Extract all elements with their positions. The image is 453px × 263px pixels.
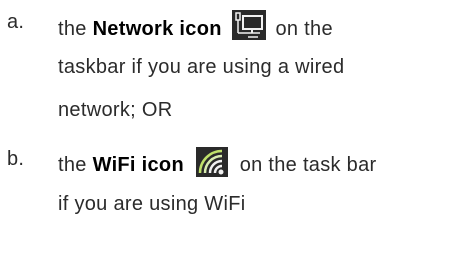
text: the xyxy=(58,18,87,40)
text: taskbar if you are using a wired xyxy=(58,56,345,78)
text: if you are using WiFi xyxy=(58,193,246,215)
instruction-list: a. the Network icon on the taskbar if yo… xyxy=(0,0,453,263)
text: on the xyxy=(275,18,333,40)
wifi-icon-label: WiFi icon xyxy=(92,154,184,176)
network-icon-label: Network icon xyxy=(92,18,222,40)
text: network; OR xyxy=(58,99,173,121)
wifi-icon xyxy=(195,147,228,183)
text: the xyxy=(58,154,87,176)
text: on the task bar xyxy=(239,154,377,176)
list-marker: b. xyxy=(7,148,25,170)
list-marker: a. xyxy=(7,11,25,33)
network-icon xyxy=(231,10,266,46)
